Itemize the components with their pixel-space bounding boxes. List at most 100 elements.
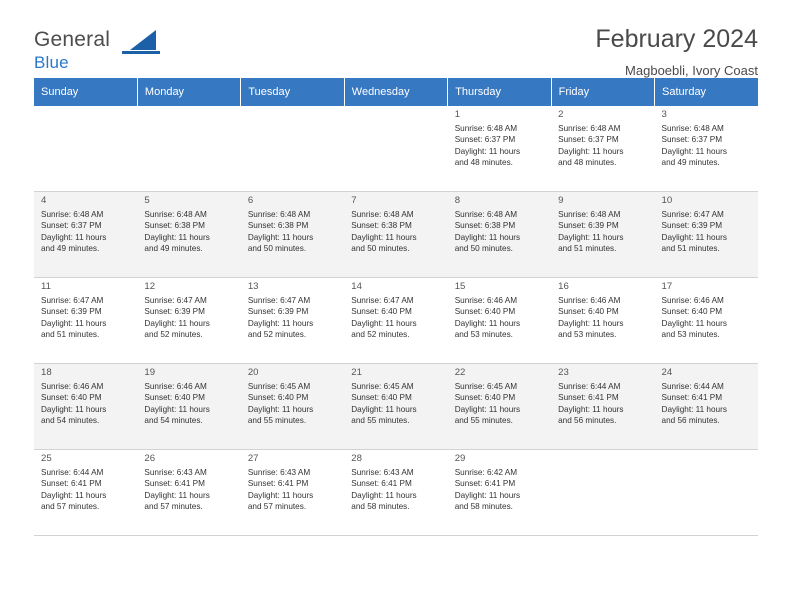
day-info-line: Daylight: 11 hours xyxy=(144,232,210,242)
calendar-day-cell[interactable]: 15 Sunrise: 6:46 AM Sunset: 6:40 PM Dayligh… xyxy=(447,277,552,364)
calendar-day-cell[interactable]: 21 Sunrise: 6:45 AM Sunset: 6:40 PM Dayligh… xyxy=(344,363,448,450)
calendar-day-cell[interactable]: 28 Sunrise: 6:43 AM Sunset: 6:41 PM Dayligh… xyxy=(344,449,448,536)
calendar-day-cell[interactable]: 8 Sunrise: 6:48 AM Sunset: 6:38 PM Daylight… xyxy=(447,191,552,278)
calendar-day-cell[interactable]: 3 Sunrise: 6:48 AM Sunset: 6:37 PM Daylight… xyxy=(654,106,758,192)
calendar-day-cell[interactable]: 7 Sunrise: 6:48 AM Sunset: 6:38 PM Daylight… xyxy=(344,191,448,278)
day-info-line: Daylight: 11 hours xyxy=(661,318,727,328)
calendar-day-cell[interactable]: 27 Sunrise: 6:43 AM Sunset: 6:41 PM Dayligh… xyxy=(240,449,345,536)
day-info-line: Sunset: 6:40 PM xyxy=(351,393,412,403)
day-info-line: and 52 minutes. xyxy=(247,330,307,340)
calendar-day-cell[interactable]: 18 Sunrise: 6:46 AM Sunset: 6:40 PM Dayligh… xyxy=(34,363,138,450)
day-info-line: and 50 minutes. xyxy=(454,244,513,254)
weekday-header-sunday: Sunday xyxy=(34,78,138,106)
day-info: Sunrise: 6:43 AM Sunset: 6:41 PM Daylight:… xyxy=(248,467,338,513)
calendar-day-cell[interactable]: 5 Sunrise: 6:48 AM Sunset: 6:38 PM Daylight… xyxy=(137,191,241,278)
day-info-line: and 57 minutes. xyxy=(41,502,100,512)
calendar-week-row: 4 Sunrise: 6:48 AM Sunset: 6:37 PM Daylight… xyxy=(34,191,758,278)
calendar-week-row: 11 Sunrise: 6:47 AM Sunset: 6:39 PM Dayligh… xyxy=(34,277,758,364)
day-info-line: Sunrise: 6:45 AM xyxy=(247,381,311,391)
calendar-day-cell[interactable]: 13 Sunrise: 6:47 AM Sunset: 6:39 PM Dayligh… xyxy=(240,277,345,364)
calendar-day-cell[interactable]: 14 Sunrise: 6:47 AM Sunset: 6:40 PM Dayligh… xyxy=(344,277,448,364)
weekday-header-tuesday: Tuesday xyxy=(240,78,345,106)
day-info-line: Sunset: 6:40 PM xyxy=(144,393,205,403)
calendar-day-cell[interactable]: 4 Sunrise: 6:48 AM Sunset: 6:37 PM Daylight… xyxy=(34,191,138,278)
calendar-empty-cell xyxy=(551,449,655,536)
day-info: Sunrise: 6:42 AM Sunset: 6:41 PM Daylight:… xyxy=(455,467,545,513)
day-number: 14 xyxy=(351,281,362,292)
calendar-day-cell[interactable]: 24 Sunrise: 6:44 AM Sunset: 6:41 PM Dayligh… xyxy=(654,363,758,450)
day-info-line: and 55 minutes. xyxy=(247,416,307,426)
day-info-line: Daylight: 11 hours xyxy=(661,232,727,242)
day-info-line: and 57 minutes. xyxy=(144,502,203,512)
calendar-day-cell[interactable]: 17 Sunrise: 6:46 AM Sunset: 6:40 PM Dayligh… xyxy=(654,277,758,364)
day-info: Sunrise: 6:48 AM Sunset: 6:39 PM Daylight:… xyxy=(558,209,648,255)
day-number: 11 xyxy=(41,281,51,292)
calendar-empty-cell xyxy=(137,106,241,192)
calendar-day-cell[interactable]: 20 Sunrise: 6:45 AM Sunset: 6:40 PM Dayligh… xyxy=(240,363,345,450)
day-info-line: Sunrise: 6:44 AM xyxy=(661,381,724,391)
day-info-line: Daylight: 11 hours xyxy=(41,232,107,242)
day-info-line: Sunset: 6:38 PM xyxy=(247,221,309,231)
day-info-line: and 49 minutes. xyxy=(144,244,203,254)
day-info-line: and 54 minutes. xyxy=(144,416,203,426)
calendar-day-cell[interactable]: 6 Sunrise: 6:48 AM Sunset: 6:38 PM Daylight… xyxy=(240,191,345,278)
day-info-line: Daylight: 11 hours xyxy=(558,146,624,156)
day-number: 21 xyxy=(351,367,362,378)
day-info: Sunrise: 6:45 AM Sunset: 6:40 PM Daylight:… xyxy=(455,381,545,427)
day-info-line: Sunset: 6:40 PM xyxy=(454,393,516,403)
day-info-line: Daylight: 11 hours xyxy=(454,318,521,328)
calendar-day-cell[interactable]: 19 Sunrise: 6:46 AM Sunset: 6:40 PM Dayligh… xyxy=(137,363,241,450)
day-info-line: Sunset: 6:37 PM xyxy=(661,135,723,145)
day-info-line: and 49 minutes. xyxy=(661,158,720,168)
day-info-line: and 50 minutes. xyxy=(247,244,307,254)
day-info-line: Sunset: 6:40 PM xyxy=(454,307,516,317)
day-number: 9 xyxy=(558,195,564,206)
day-number: 4 xyxy=(41,195,47,206)
day-info-line: Daylight: 11 hours xyxy=(454,404,521,414)
day-info-line: and 53 minutes. xyxy=(558,330,617,340)
general-blue-logo: General Blue xyxy=(34,28,164,74)
calendar-day-cell[interactable]: 26 Sunrise: 6:43 AM Sunset: 6:41 PM Dayligh… xyxy=(137,449,241,536)
day-number: 18 xyxy=(41,367,52,378)
day-info-line: Daylight: 11 hours xyxy=(454,232,521,242)
calendar-day-cell[interactable]: 11 Sunrise: 6:47 AM Sunset: 6:39 PM Dayligh… xyxy=(34,277,138,364)
calendar-day-cell[interactable]: 1 Sunrise: 6:48 AM Sunset: 6:37 PM Daylight… xyxy=(447,106,552,192)
calendar-day-cell[interactable]: 23 Sunrise: 6:44 AM Sunset: 6:41 PM Dayligh… xyxy=(551,363,655,450)
day-info-line: Sunset: 6:41 PM xyxy=(41,479,102,489)
day-info-line: Sunset: 6:39 PM xyxy=(558,221,619,231)
day-number: 3 xyxy=(661,109,667,120)
day-number: 2 xyxy=(558,109,564,120)
calendar-day-cell[interactable]: 22 Sunrise: 6:45 AM Sunset: 6:40 PM Dayligh… xyxy=(447,363,552,450)
day-info-line: Sunrise: 6:45 AM xyxy=(351,381,414,391)
calendar-header-row: Sunday Monday Tuesday Wednesday Thursday Frid… xyxy=(34,78,758,106)
calendar-day-cell[interactable]: 10 Sunrise: 6:47 AM Sunset: 6:39 PM Dayligh… xyxy=(654,191,758,278)
day-number: 17 xyxy=(661,281,673,292)
calendar-day-cell[interactable]: 29 Sunrise: 6:42 AM Sunset: 6:41 PM Dayligh… xyxy=(447,449,552,536)
day-info-line: Sunrise: 6:42 AM xyxy=(454,467,518,477)
day-info-line: Daylight: 11 hours xyxy=(558,318,624,328)
calendar-day-cell[interactable]: 2 Sunrise: 6:48 AM Sunset: 6:37 PM Daylight… xyxy=(551,106,655,192)
day-info-line: and 48 minutes. xyxy=(454,158,513,168)
day-info-line: Daylight: 11 hours xyxy=(247,490,314,500)
day-info: Sunrise: 6:43 AM Sunset: 6:41 PM Daylight:… xyxy=(144,467,234,513)
day-info: Sunrise: 6:47 AM Sunset: 6:39 PM Daylight:… xyxy=(144,295,234,341)
calendar-day-cell[interactable]: 12 Sunrise: 6:47 AM Sunset: 6:39 PM Dayligh… xyxy=(137,277,241,364)
calendar-day-cell[interactable]: 9 Sunrise: 6:48 AM Sunset: 6:39 PM Daylight… xyxy=(551,191,655,278)
page-header: General Blue February 2024 Magboebli, Iv… xyxy=(34,0,758,78)
day-info-line: Sunrise: 6:47 AM xyxy=(351,295,414,305)
day-info-line: Sunset: 6:41 PM xyxy=(661,393,723,403)
calendar-day-cell[interactable]: 16 Sunrise: 6:46 AM Sunset: 6:40 PM Dayligh… xyxy=(551,277,655,364)
day-number: 6 xyxy=(247,195,254,206)
day-number: 20 xyxy=(247,367,259,378)
calendar-day-cell[interactable]: 25 Sunrise: 6:44 AM Sunset: 6:41 PM Dayligh… xyxy=(34,449,138,536)
day-info-line: Daylight: 11 hours xyxy=(351,404,417,414)
day-info-line: Sunset: 6:39 PM xyxy=(144,307,205,317)
day-info-line: Sunrise: 6:48 AM xyxy=(454,123,518,133)
day-info-line: and 51 minutes. xyxy=(661,244,720,254)
day-number: 5 xyxy=(144,195,150,206)
day-info-line: Sunset: 6:41 PM xyxy=(247,479,309,489)
day-info: Sunrise: 6:46 AM Sunset: 6:40 PM Daylight:… xyxy=(558,295,648,341)
day-info-line: Daylight: 11 hours xyxy=(454,490,521,500)
logo-text-blue: Blue xyxy=(34,53,69,72)
calendar-empty-cell xyxy=(240,106,345,192)
